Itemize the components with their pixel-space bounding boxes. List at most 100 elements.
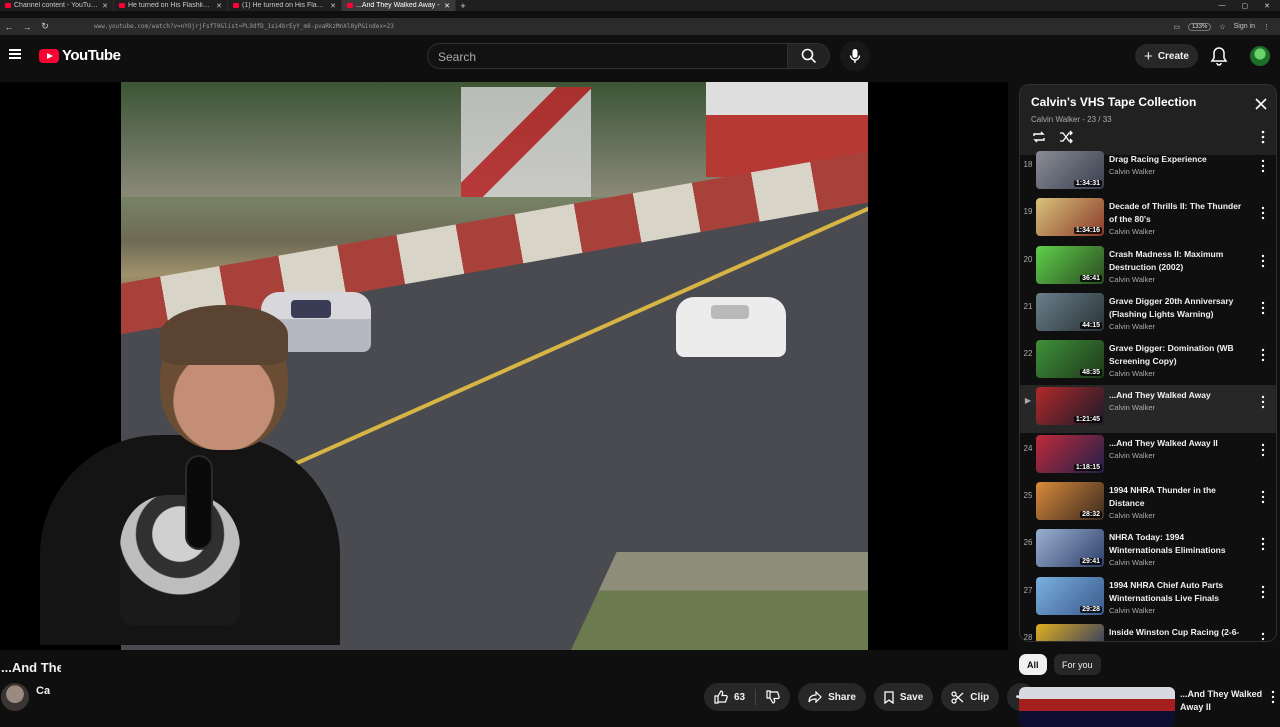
playlist-item[interactable]: 287:18Inside Winston Cup Racing (2-6-94)…: [1020, 622, 1276, 642]
playlist-item-title[interactable]: Grave Digger 20th Anniversary (Flashing …: [1109, 295, 1249, 321]
new-tab-button[interactable]: +: [456, 1, 470, 11]
playlist-item[interactable]: 2729:281994 NHRA Chief Auto Parts Winter…: [1020, 575, 1276, 622]
search-button[interactable]: [788, 43, 830, 69]
up-next-thumbnail[interactable]: [1019, 687, 1175, 727]
playlist-item[interactable]: ▶1:21:45...And They Walked AwayCalvin Wa…: [1020, 385, 1276, 432]
playlist-item[interactable]: 2629:41NHRA Today: 1994 Winternationals …: [1020, 527, 1276, 574]
playlist-item-channel[interactable]: Calvin Walker: [1109, 511, 1155, 520]
like-button[interactable]: 63: [704, 683, 755, 711]
browser-tab[interactable]: (1) He turned on His Flashlight...✕: [228, 0, 342, 11]
maximize-icon[interactable]: ▢: [1242, 2, 1249, 10]
back-icon[interactable]: ←: [0, 22, 18, 32]
playlist-item-thumbnail[interactable]: 44:15: [1036, 293, 1104, 331]
close-tab-icon[interactable]: ✕: [216, 2, 222, 10]
minimize-icon[interactable]: —: [1219, 2, 1226, 10]
playlist-item-channel[interactable]: Calvin Walker: [1109, 369, 1155, 378]
more-vertical-icon[interactable]: [1270, 690, 1276, 704]
playlist-item-channel[interactable]: Calvin Walker: [1109, 167, 1155, 176]
playlist-item-title[interactable]: ...And They Walked Away II: [1109, 437, 1249, 450]
playlist-item-thumbnail[interactable]: 48:35: [1036, 340, 1104, 378]
more-vertical-icon[interactable]: [1260, 129, 1266, 145]
close-tab-icon[interactable]: ✕: [330, 2, 336, 10]
playlist-item[interactable]: 181:34:31Drag Racing ExperienceCalvin Wa…: [1020, 149, 1276, 196]
shuffle-icon[interactable]: [1058, 129, 1074, 145]
bookmark-star-icon[interactable]: ☆: [1219, 23, 1225, 31]
create-button[interactable]: + Create: [1135, 44, 1198, 68]
more-vertical-icon[interactable]: [1260, 395, 1266, 409]
url-field[interactable]: www.youtube.com/watch?v=nYOjrjFsfT0&list…: [94, 23, 394, 30]
zoom-level[interactable]: 133%: [1188, 23, 1211, 31]
cast-icon[interactable]: ▭: [1173, 23, 1180, 31]
playlist-item[interactable]: 2144:15Grave Digger 20th Anniversary (Fl…: [1020, 291, 1276, 338]
sign-in-link[interactable]: Sign in: [1234, 23, 1255, 30]
chip-for-you[interactable]: For you: [1054, 654, 1101, 675]
menu-dots-icon[interactable]: ⋮: [1263, 23, 1270, 31]
more-vertical-icon[interactable]: [1260, 348, 1266, 362]
more-vertical-icon[interactable]: [1260, 632, 1266, 642]
save-button[interactable]: Save: [874, 683, 933, 711]
playlist-item-title[interactable]: Decade of Thrills II: The Thunder of the…: [1109, 200, 1249, 226]
forward-icon[interactable]: →: [18, 22, 36, 32]
more-vertical-icon[interactable]: [1260, 254, 1266, 268]
playlist-item-thumbnail[interactable]: 1:21:45: [1036, 387, 1104, 425]
youtube-logo[interactable]: YouTube: [39, 47, 120, 64]
playlist-item[interactable]: 2528:321994 NHRA Thunder in the Distance…: [1020, 480, 1276, 527]
up-next-title[interactable]: ...And They Walked Away II: [1180, 688, 1268, 714]
voice-search-button[interactable]: [840, 41, 870, 71]
close-tab-icon[interactable]: ✕: [444, 2, 450, 10]
browser-tab-active[interactable]: ...And They Walked Away -✕: [342, 0, 456, 11]
dislike-button[interactable]: [756, 683, 790, 711]
playlist-item-title[interactable]: Drag Racing Experience: [1109, 153, 1249, 166]
playlist-item-title[interactable]: Grave Digger: Domination (WB Screening C…: [1109, 342, 1249, 368]
search-input[interactable]: Search: [427, 43, 788, 69]
notifications-bell-icon[interactable]: [1210, 46, 1228, 66]
more-vertical-icon[interactable]: [1260, 301, 1266, 315]
playlist-item-title[interactable]: Inside Winston Cup Racing (2-6-94) Parti…: [1109, 626, 1249, 642]
close-tab-icon[interactable]: ✕: [102, 2, 108, 10]
playlist-item-title[interactable]: NHRA Today: 1994 Winternationals Elimina…: [1109, 531, 1249, 557]
playlist-item-thumbnail[interactable]: 1:18:15: [1036, 435, 1104, 473]
playlist-item-thumbnail[interactable]: 29:41: [1036, 529, 1104, 567]
account-avatar[interactable]: [1250, 46, 1270, 66]
close-window-icon[interactable]: ✕: [1264, 2, 1270, 10]
more-vertical-icon[interactable]: [1260, 537, 1266, 551]
playlist-item-title[interactable]: 1994 NHRA Chief Auto Parts Winternationa…: [1109, 579, 1249, 605]
playlist-item[interactable]: 2248:35Grave Digger: Domination (WB Scre…: [1020, 338, 1276, 385]
playlist-item[interactable]: 191:34:16Decade of Thrills II: The Thund…: [1020, 196, 1276, 243]
playlist-item-channel[interactable]: Calvin Walker: [1109, 403, 1155, 412]
playlist-item-thumbnail[interactable]: 1:34:16: [1036, 198, 1104, 236]
loop-icon[interactable]: [1031, 129, 1047, 145]
playlist-item-thumbnail[interactable]: 7:18: [1036, 624, 1104, 642]
clip-button[interactable]: Clip: [941, 683, 999, 711]
playlist-item-channel[interactable]: Calvin Walker: [1109, 451, 1155, 460]
reload-icon[interactable]: ↻: [36, 21, 54, 32]
playlist-item-thumbnail[interactable]: 29:28: [1036, 577, 1104, 615]
browser-tab[interactable]: He turned on His Flashlight...✕: [114, 0, 228, 11]
more-vertical-icon[interactable]: [1260, 490, 1266, 504]
browser-tab[interactable]: Channel content - YouTube Studio✕: [0, 0, 114, 11]
more-vertical-icon[interactable]: [1260, 159, 1266, 173]
playlist-item-title[interactable]: ...And They Walked Away: [1109, 389, 1249, 402]
playlist-item-channel[interactable]: Calvin Walker: [1109, 606, 1155, 615]
playlist-item-thumbnail[interactable]: 28:32: [1036, 482, 1104, 520]
close-icon[interactable]: [1254, 97, 1268, 111]
playlist-title[interactable]: Calvin's VHS Tape Collection: [1031, 95, 1196, 109]
hamburger-menu-icon[interactable]: [9, 49, 21, 59]
playlist-item-channel[interactable]: Calvin Walker: [1109, 322, 1155, 331]
more-vertical-icon[interactable]: [1260, 206, 1266, 220]
playlist-item-title[interactable]: 1994 NHRA Thunder in the Distance: [1109, 484, 1249, 510]
playlist-item[interactable]: 2036:41Crash Madness II: Maximum Destruc…: [1020, 244, 1276, 291]
more-vertical-icon[interactable]: [1260, 443, 1266, 457]
playlist-item-channel[interactable]: Calvin Walker: [1109, 275, 1155, 284]
channel-name[interactable]: Calvin Walker: [36, 685, 50, 697]
playlist-item-thumbnail[interactable]: 36:41: [1036, 246, 1104, 284]
share-button[interactable]: Share: [798, 683, 866, 711]
more-vertical-icon[interactable]: [1260, 585, 1266, 599]
channel-avatar[interactable]: [1, 683, 29, 711]
playlist-item[interactable]: 241:18:15...And They Walked Away IICalvi…: [1020, 433, 1276, 480]
playlist-item-channel[interactable]: Calvin Walker: [1109, 558, 1155, 567]
playlist-item-title[interactable]: Crash Madness II: Maximum Destruction (2…: [1109, 248, 1249, 274]
chip-all[interactable]: All: [1019, 654, 1047, 675]
playlist-item-channel[interactable]: Calvin Walker: [1109, 227, 1155, 236]
playlist-item-thumbnail[interactable]: 1:34:31: [1036, 151, 1104, 189]
